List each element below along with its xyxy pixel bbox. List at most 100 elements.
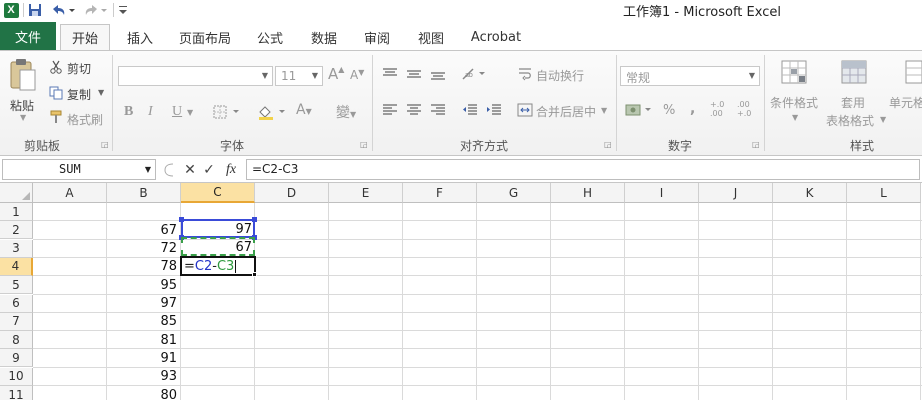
cell-b7[interactable]: 85 xyxy=(107,313,181,331)
excel-app-icon[interactable]: X xyxy=(2,1,20,19)
merge-center-button[interactable]: 合并后居中 xyxy=(536,103,596,120)
fill-color-icon[interactable] xyxy=(256,103,290,121)
tab-file[interactable]: 文件 xyxy=(0,22,56,50)
cell-b10[interactable]: 93 xyxy=(107,368,181,386)
row-header-9[interactable]: 9 xyxy=(0,349,33,368)
format-as-table-button[interactable]: 套用 xyxy=(841,94,865,111)
bold-button[interactable]: B xyxy=(124,104,133,120)
copy-button[interactable]: 复制 xyxy=(67,86,91,103)
cancel-entry-button[interactable]: ✕ xyxy=(182,160,198,180)
increase-indent-icon[interactable] xyxy=(484,101,504,119)
align-bottom-icon[interactable] xyxy=(428,65,448,83)
shrink-font-button[interactable]: A▼ xyxy=(350,68,364,82)
underline-button[interactable]: U xyxy=(172,104,182,120)
formula-input[interactable]: =C2-C3 xyxy=(246,159,920,180)
format-painter-button[interactable]: 格式刷 xyxy=(67,111,103,128)
align-right-icon[interactable] xyxy=(428,101,448,119)
cell-b11[interactable]: 80 xyxy=(107,386,181,400)
redo-icon[interactable] xyxy=(80,1,110,19)
comma-button[interactable]: , xyxy=(690,101,695,117)
name-box[interactable]: SUM ▼ xyxy=(2,159,156,180)
column-header-h[interactable]: H xyxy=(551,183,625,203)
underline-dropdown-icon[interactable]: ▼ xyxy=(187,108,193,117)
percent-button[interactable]: % xyxy=(663,103,675,118)
row-header-11[interactable]: 11 xyxy=(0,386,33,400)
align-middle-icon[interactable] xyxy=(404,65,424,83)
tab-formulas[interactable]: 公式 xyxy=(250,24,290,50)
grow-font-button[interactable]: A▲ xyxy=(328,65,344,83)
column-header-f[interactable]: F xyxy=(403,183,477,203)
tab-view[interactable]: 视图 xyxy=(411,24,451,50)
cell-b1[interactable] xyxy=(107,203,181,221)
alignment-launcher-icon[interactable]: ◲ xyxy=(604,140,612,149)
align-top-icon[interactable] xyxy=(380,65,400,83)
column-header-d[interactable]: D xyxy=(255,183,329,203)
worksheet-grid[interactable]: ABCDEFGHIJKL 1 2 3 4 5 6 7 8 9 10 11 67 72 78 95 97 85 8… xyxy=(0,183,922,400)
font-name-select[interactable]: ▼ xyxy=(118,66,273,86)
cell-b6[interactable]: 97 xyxy=(107,295,181,313)
row-header-5[interactable]: 5 xyxy=(0,276,33,295)
clipboard-launcher-icon[interactable]: ◲ xyxy=(101,140,109,149)
column-header-g[interactable]: G xyxy=(477,183,551,203)
cell-b4[interactable]: 78 xyxy=(107,258,181,276)
copy-dropdown-icon[interactable]: ▼ xyxy=(98,88,104,97)
column-header-i[interactable]: I xyxy=(625,183,699,203)
column-header-l[interactable]: L xyxy=(847,183,921,203)
paste-icon[interactable] xyxy=(6,57,40,95)
row-header-3[interactable]: 3 xyxy=(0,239,33,258)
font-launcher-icon[interactable]: ◲ xyxy=(360,140,368,149)
cell-b8[interactable]: 81 xyxy=(107,331,181,349)
row-header-6[interactable]: 6 xyxy=(0,294,33,313)
column-header-a[interactable]: A xyxy=(33,183,107,203)
align-left-icon[interactable] xyxy=(380,101,400,119)
row-header-4[interactable]: 4 xyxy=(0,257,33,276)
paste-button[interactable]: 粘贴 xyxy=(10,97,34,114)
fill-handle[interactable] xyxy=(252,272,257,277)
row-header-10[interactable]: 10 xyxy=(0,367,33,386)
increase-decimal-button[interactable]: +.0 .00 xyxy=(710,100,732,118)
font-color-button[interactable]: A▼ xyxy=(296,102,312,118)
align-center-icon[interactable] xyxy=(404,101,424,119)
enter-entry-button[interactable]: ✓ xyxy=(201,160,217,180)
column-header-b[interactable]: B xyxy=(107,183,181,203)
cell-c2[interactable]: 97 xyxy=(181,220,256,238)
tab-home[interactable]: 开始 xyxy=(60,24,110,50)
cell-b9[interactable]: 91 xyxy=(107,349,181,367)
cell-b2[interactable]: 67 xyxy=(107,221,181,239)
row-header-8[interactable]: 8 xyxy=(0,331,33,350)
save-icon[interactable] xyxy=(26,1,44,19)
active-cell-c4[interactable]: = C2 - C3 xyxy=(180,256,257,277)
column-header-c[interactable]: C xyxy=(181,183,255,203)
column-header-j[interactable]: J xyxy=(699,183,773,203)
conditional-dropdown-icon[interactable]: ▼ xyxy=(792,113,798,122)
accounting-format-icon[interactable] xyxy=(624,101,656,119)
cell-b3[interactable]: 72 xyxy=(107,240,181,258)
table-format-dropdown-icon[interactable]: ▼ xyxy=(880,115,886,124)
row-header-7[interactable]: 7 xyxy=(0,312,33,331)
italic-button[interactable]: I xyxy=(148,104,153,120)
row-header-2[interactable]: 2 xyxy=(0,221,33,240)
tab-page-layout[interactable]: 页面布局 xyxy=(174,24,236,50)
decrease-decimal-button[interactable]: .00 +.0 xyxy=(737,100,759,118)
tab-acrobat[interactable]: Acrobat xyxy=(466,24,526,50)
merge-dropdown-icon[interactable]: ▼ xyxy=(601,106,607,115)
number-format-select[interactable]: 常规 ▼ xyxy=(620,66,760,86)
decrease-indent-icon[interactable] xyxy=(460,101,480,119)
number-launcher-icon[interactable]: ◲ xyxy=(752,140,760,149)
wrap-text-button[interactable]: 自动换行 xyxy=(536,67,584,84)
cell-c3[interactable]: 67 xyxy=(181,238,256,256)
column-header-k[interactable]: K xyxy=(773,183,847,203)
tab-review[interactable]: 审阅 xyxy=(357,24,397,50)
select-all-corner[interactable] xyxy=(0,183,33,203)
undo-icon[interactable] xyxy=(48,1,78,19)
cut-button[interactable]: 剪切 xyxy=(67,60,91,77)
tab-data[interactable]: 数据 xyxy=(304,24,344,50)
font-size-select[interactable]: 11 ▼ xyxy=(275,66,323,86)
conditional-format-button[interactable]: 条件格式 xyxy=(770,94,818,111)
tab-insert[interactable]: 插入 xyxy=(120,24,160,50)
column-header-e[interactable]: E xyxy=(329,183,403,203)
orientation-icon[interactable]: ab xyxy=(460,65,490,83)
borders-icon[interactable] xyxy=(212,103,244,121)
cell-b5[interactable]: 95 xyxy=(107,276,181,294)
cell-styles-button[interactable]: 单元格 xyxy=(889,94,922,111)
